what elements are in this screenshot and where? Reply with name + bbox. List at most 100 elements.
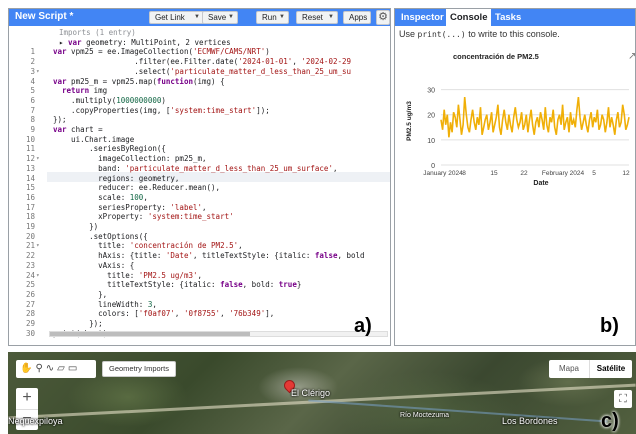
y-axis-title: PM2.5 ug/m3 bbox=[406, 101, 413, 141]
y-tick-label: 10 bbox=[427, 138, 435, 145]
line-number: 8 bbox=[30, 115, 35, 125]
x-axis-title: Date bbox=[533, 180, 548, 187]
code-line[interactable]: var pm25_m = vpm25.map(function(img) { bbox=[53, 77, 225, 87]
tab-console[interactable]: Console bbox=[446, 9, 492, 26]
code-line[interactable]: reducer: ee.Reducer.mean(), bbox=[53, 183, 220, 193]
script-title[interactable]: New Script * bbox=[15, 11, 73, 22]
chevron-down-icon: ▼ bbox=[279, 14, 285, 20]
line-number: 25 bbox=[25, 280, 35, 290]
right-panel-tabs: Inspector Console Tasks bbox=[395, 9, 635, 26]
chevron-down-icon: ▼ bbox=[328, 14, 334, 20]
code-line[interactable]: titleTextStyle: {italic: false, bold: tr… bbox=[53, 280, 301, 290]
code-line[interactable]: }); bbox=[53, 115, 67, 125]
tab-tasks[interactable]: Tasks bbox=[491, 9, 525, 26]
code-line[interactable]: regions: geometry, bbox=[53, 174, 179, 184]
code-line[interactable]: .filter(ee.Filter.date('2024-01-01', '20… bbox=[53, 57, 351, 67]
code-line[interactable]: .select('particulate_matter_d_less_than_… bbox=[53, 67, 351, 77]
line-number: 14 bbox=[25, 173, 35, 183]
tab-inspector[interactable]: Inspector bbox=[397, 9, 448, 26]
code-line[interactable]: title: 'PM2.5 ug/m3', bbox=[53, 271, 202, 281]
code-line[interactable]: var chart = bbox=[53, 125, 103, 135]
code-line[interactable]: return img bbox=[53, 86, 107, 96]
x-tick-label: 12 bbox=[622, 170, 630, 177]
code-line[interactable]: .seriesByRegion({ bbox=[53, 144, 166, 154]
line-number: 9 bbox=[30, 125, 35, 134]
fold-arrow-icon[interactable]: ▾ bbox=[36, 271, 40, 281]
pin-icon[interactable]: ⚲ bbox=[35, 363, 45, 374]
line-number: 7 bbox=[30, 105, 35, 115]
code-line[interactable]: }); bbox=[53, 319, 103, 329]
line-number: 11 bbox=[25, 144, 35, 154]
geometry-imports-button[interactable]: Geometry Imports bbox=[102, 361, 177, 377]
get-link-button[interactable]: Get Link ▼ bbox=[149, 11, 204, 24]
map-panel[interactable]: ✋⚲∿▱▭ Geometry Imports Mapa Satélite + −… bbox=[8, 352, 636, 434]
console-panel: Inspector Console Tasks Use print(...) t… bbox=[394, 8, 636, 346]
satellite-view-button[interactable]: Satélite bbox=[589, 360, 632, 378]
code-line[interactable]: }, bbox=[53, 290, 107, 300]
code-line[interactable]: scale: 100, bbox=[53, 193, 148, 203]
reset-button[interactable]: Reset ▼ bbox=[296, 11, 338, 24]
code-line[interactable]: xProperty: 'system:time_start' bbox=[53, 212, 233, 222]
save-label: Save bbox=[208, 13, 227, 22]
line-number: 2 bbox=[30, 57, 35, 67]
code-line[interactable]: ui.Chart.image bbox=[53, 135, 134, 145]
series-line-pm25 bbox=[440, 97, 630, 138]
fullscreen-button[interactable]: ⛶ bbox=[614, 390, 632, 408]
line-number: 29 bbox=[25, 319, 35, 328]
apps-button[interactable]: Apps bbox=[343, 11, 371, 24]
chevron-down-icon: ▼ bbox=[194, 14, 200, 20]
line-number: 1 bbox=[30, 47, 35, 57]
code-line[interactable]: band: 'particulate_matter_d_less_than_25… bbox=[53, 164, 337, 174]
code-line[interactable]: lineWidth: 3, bbox=[53, 300, 157, 310]
map-view-button[interactable]: Mapa bbox=[549, 360, 589, 378]
polygon-icon[interactable]: ▱ bbox=[57, 363, 68, 374]
fold-arrow-icon[interactable]: ▾ bbox=[36, 67, 40, 77]
fold-arrow-icon[interactable]: ▾ bbox=[36, 241, 40, 251]
code-line[interactable]: .multiply(1000000000) bbox=[53, 96, 166, 106]
scrollbar-thumb[interactable] bbox=[50, 332, 250, 336]
line-icon[interactable]: ∿ bbox=[46, 363, 57, 374]
y-tick-label: 20 bbox=[427, 113, 435, 120]
code-editor-panel: New Script * Get Link ▼ Save ▼ Run ▼ Res… bbox=[8, 8, 391, 346]
settings-button[interactable]: ⚙ bbox=[376, 10, 390, 25]
code-line[interactable]: colors: ['f0af07', '0f8755', '76b349'], bbox=[53, 309, 274, 319]
code-area[interactable]: 1 2 3 ▾ 4 5 6 7 8 9 10 11 12 ▾ 13 14 15 16 17 18 19 20 21 ▾ 22 23… bbox=[9, 26, 390, 339]
rectangle-icon[interactable]: ▭ bbox=[68, 363, 80, 374]
code-line[interactable]: .setOptions({ bbox=[53, 232, 148, 242]
code-line[interactable]: title: 'concentración de PM2.5', bbox=[53, 241, 243, 251]
line-number: 26 bbox=[25, 289, 35, 299]
line-number: 10 bbox=[25, 134, 35, 144]
line-number: 21 bbox=[25, 241, 35, 251]
panel-label-a: a) bbox=[354, 315, 372, 337]
line-number: 23 bbox=[25, 260, 35, 270]
code-line[interactable]: var vpm25 = ee.ImageCollection('ECMWF/CA… bbox=[53, 47, 270, 57]
code-line[interactable]: imageCollection: pm25_m, bbox=[53, 154, 206, 164]
line-number: 6 bbox=[30, 95, 35, 105]
code-line[interactable]: vAxis: { bbox=[53, 261, 134, 271]
line-number: 30 bbox=[25, 328, 35, 338]
horizontal-scrollbar[interactable] bbox=[49, 331, 388, 337]
expand-chart-icon[interactable]: ↗ bbox=[628, 51, 635, 62]
line-number bbox=[9, 38, 35, 48]
get-link-label: Get Link bbox=[155, 13, 185, 22]
hand-icon[interactable]: ✋ bbox=[20, 363, 35, 374]
save-button[interactable]: Save ▼ bbox=[202, 11, 238, 24]
code-line[interactable]: seriesProperty: 'label', bbox=[53, 203, 206, 213]
place-nequexpiloya: Nequexpiloya bbox=[8, 416, 63, 426]
y-tick-label: 0 bbox=[431, 163, 435, 170]
y-tick-label: 30 bbox=[427, 88, 435, 95]
code-line[interactable]: .copyProperties(img, ['system:time_start… bbox=[53, 106, 270, 116]
apps-label: Apps bbox=[349, 13, 368, 22]
code-line[interactable]: }) bbox=[53, 222, 98, 232]
place-rio-moctezuma: Río Moctezuma bbox=[400, 412, 450, 419]
imports-line[interactable]: ▸ var geometry: MultiPoint, 2 vertices bbox=[59, 38, 231, 48]
run-button[interactable]: Run ▼ bbox=[256, 11, 289, 24]
code-line[interactable]: hAxis: {title: 'Date', titleTextStyle: {… bbox=[53, 251, 364, 261]
zoom-in-button[interactable]: + bbox=[16, 388, 38, 408]
run-label: Run bbox=[262, 13, 277, 22]
line-number: 27 bbox=[25, 299, 35, 309]
imports-line[interactable]: Imports (1 entry) bbox=[59, 28, 136, 38]
drawing-tools[interactable]: ✋⚲∿▱▭ bbox=[16, 360, 96, 378]
line-number: 22 bbox=[25, 251, 35, 261]
fold-arrow-icon[interactable]: ▾ bbox=[36, 154, 40, 164]
